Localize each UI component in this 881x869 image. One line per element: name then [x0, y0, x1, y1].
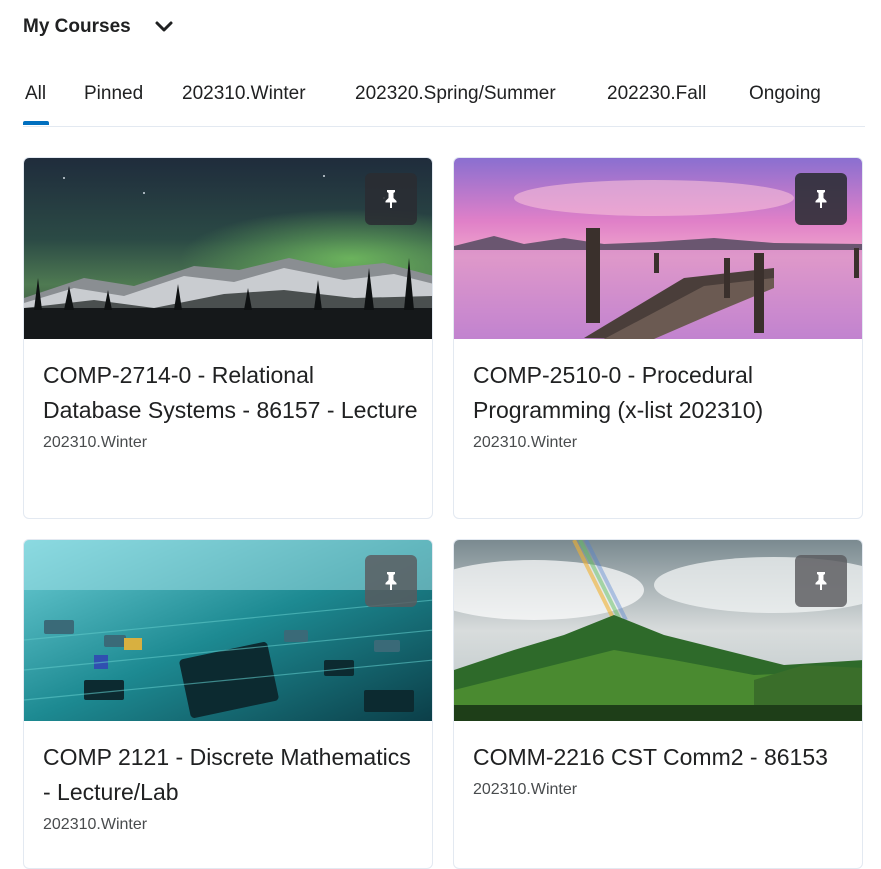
pin-icon — [815, 190, 827, 208]
pin-icon — [815, 572, 827, 590]
course-term: 202310.Winter — [43, 816, 148, 833]
page-title: My Courses — [23, 16, 131, 37]
course-selector-header: My Courses — [23, 12, 175, 42]
course-title-link[interactable]: COMM-2216 CST Comm2 - 86153 — [473, 740, 848, 775]
course-card-body: COMP-2510-0 - Procedural Programming (x-… — [473, 358, 848, 452]
tab-ongoing[interactable]: Ongoing — [749, 83, 821, 105]
course-card-body: COMM-2216 CST Comm2 - 86153 202310.Winte… — [473, 740, 848, 799]
tab-pinned[interactable]: Pinned — [84, 83, 143, 105]
course-card[interactable]: COMP-2714-0 - Relational Database System… — [23, 157, 433, 519]
course-term: 202310.Winter — [43, 434, 148, 451]
pin-icon — [385, 190, 397, 208]
course-card-body: COMP-2714-0 - Relational Database System… — [43, 358, 418, 452]
course-title-link[interactable]: COMP-2510-0 - Procedural Programming (x-… — [473, 358, 848, 428]
pin-icon — [385, 572, 397, 590]
chevron-down-icon[interactable] — [153, 16, 175, 38]
course-title-link[interactable]: COMP-2714-0 - Relational Database System… — [43, 358, 418, 428]
tab-all[interactable]: All — [25, 83, 46, 105]
course-card-body: COMP 2121 - Discrete Mathematics - Lectu… — [43, 740, 418, 834]
pin-button[interactable] — [365, 555, 417, 607]
course-term: 202310.Winter — [473, 781, 578, 798]
tab-202310-winter[interactable]: 202310.Winter — [182, 83, 306, 105]
selected-tab-indicator — [23, 121, 49, 125]
pin-button[interactable] — [795, 555, 847, 607]
course-card[interactable]: COMP-2510-0 - Procedural Programming (x-… — [453, 157, 863, 519]
course-card[interactable]: COMM-2216 CST Comm2 - 86153 202310.Winte… — [453, 539, 863, 869]
tab-202230-fall[interactable]: 202230.Fall — [607, 83, 706, 105]
pin-button[interactable] — [365, 173, 417, 225]
pin-button[interactable] — [795, 173, 847, 225]
tab-202320-spring-summer[interactable]: 202320.Spring/Summer — [355, 83, 556, 105]
course-card[interactable]: COMP 2121 - Discrete Mathematics - Lectu… — [23, 539, 433, 869]
term-tabs: All Pinned 202310.Winter 202320.Spring/S… — [23, 78, 865, 127]
course-term: 202310.Winter — [473, 434, 578, 451]
course-title-link[interactable]: COMP 2121 - Discrete Mathematics - Lectu… — [43, 740, 418, 810]
